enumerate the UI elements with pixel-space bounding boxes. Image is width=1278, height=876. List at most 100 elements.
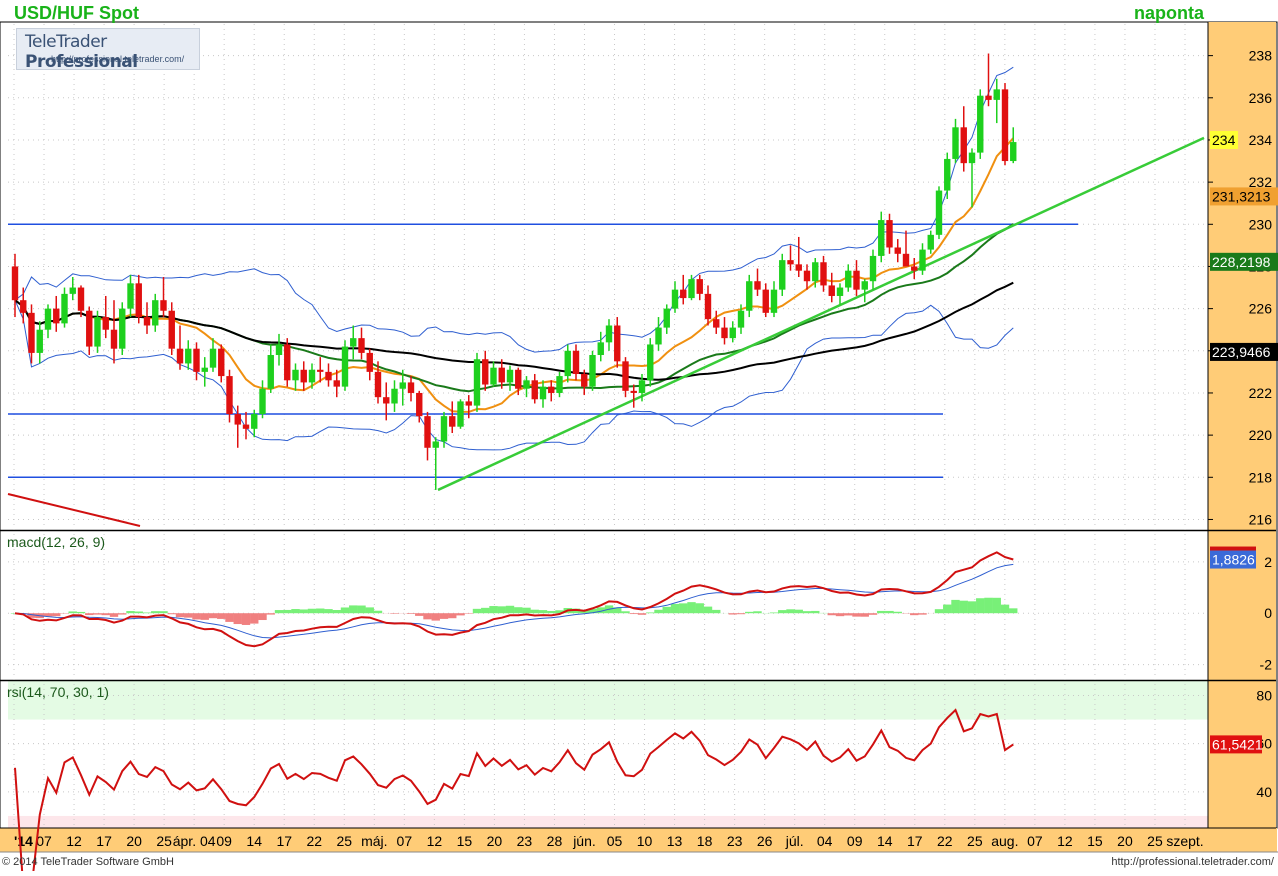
candle-body-down <box>532 380 538 399</box>
candle-body-up <box>119 309 125 349</box>
candle-body-down <box>317 370 323 372</box>
candle-body-down <box>20 300 26 313</box>
candle-body-down <box>1002 89 1008 161</box>
macd-histogram-bar <box>869 613 877 615</box>
macd-histogram-bar <box>894 612 902 613</box>
macd-histogram-bar <box>374 611 382 613</box>
macd-histogram-bar <box>704 607 712 614</box>
macd-histogram-bar <box>654 610 662 613</box>
candle-body-down <box>466 401 472 405</box>
macd-histogram-bar <box>341 607 349 613</box>
macd-histogram-bar <box>918 613 926 614</box>
candle-body-down <box>218 349 224 376</box>
x-tick-label: 25 <box>1147 833 1163 849</box>
macd-histogram-bar <box>333 610 341 613</box>
candle-body-down <box>177 349 183 364</box>
macd-histogram-bar <box>242 613 250 625</box>
chart-title: USD/HUF Spot <box>14 3 139 24</box>
candle-body-down <box>895 247 901 253</box>
candle-body-down <box>367 353 373 372</box>
macd-histogram-bar <box>712 610 720 613</box>
footer-url[interactable]: http://professional.teletrader.com/ <box>1111 856 1274 868</box>
macd-histogram-bar <box>415 613 423 616</box>
x-tick-label: 09 <box>216 833 232 849</box>
candle-body-up <box>202 368 208 372</box>
x-tick-label: 18 <box>697 833 713 849</box>
x-tick-label: 09 <box>847 833 863 849</box>
candle-body-up <box>523 380 529 388</box>
candle-body-down <box>911 266 917 270</box>
candle-body-up <box>870 256 876 281</box>
candle-body-up <box>606 325 612 342</box>
candle-body-down <box>548 387 554 393</box>
macd-histogram-bar <box>234 613 242 624</box>
y-tick-label: 222 <box>1249 385 1273 401</box>
macd-histogram-bar <box>349 605 357 613</box>
candle-body-down <box>614 325 620 361</box>
candle-body-up <box>878 220 884 256</box>
candle-body-up <box>779 260 785 290</box>
macd-histogram-bar <box>836 613 844 616</box>
macd-histogram-bar <box>316 609 324 614</box>
candle-body-up <box>441 416 447 441</box>
x-tick-label: 25 <box>336 833 352 849</box>
candle-body-up <box>185 349 191 364</box>
macd-histogram-bar <box>514 607 522 613</box>
logo-text: TeleTrader Professional <box>25 32 199 72</box>
candle-body-down <box>903 254 909 267</box>
macd-histogram-bar <box>646 612 654 613</box>
macd-histogram-bar <box>151 611 159 613</box>
candle-body-up <box>37 330 43 353</box>
candle-body-down <box>961 127 967 163</box>
macd-value-marker <box>1210 547 1256 551</box>
candle-body-up <box>400 382 406 388</box>
y-tick-label: 238 <box>1249 48 1273 64</box>
y-tick-label: 220 <box>1249 427 1273 443</box>
x-tick-label: 26 <box>757 833 773 849</box>
candle-body-down <box>631 391 637 393</box>
chart-canvas: 216218220222224226228230232234236238-202… <box>0 0 1278 871</box>
candle-body-up <box>845 271 851 288</box>
x-tick-label: 22 <box>937 833 953 849</box>
macd-histogram-bar <box>184 613 192 617</box>
macd-histogram-bar <box>910 613 918 615</box>
macd-histogram-bar <box>324 609 332 613</box>
macd-histogram-bar <box>960 601 968 614</box>
candle-body-up <box>944 159 950 191</box>
macd-histogram-bar <box>935 609 943 613</box>
candle-body-down <box>515 370 521 389</box>
macd-histogram-bar <box>423 613 431 619</box>
candle-body-down <box>12 266 18 300</box>
candle-body-down <box>713 319 719 327</box>
x-tick-label: 12 <box>66 833 82 849</box>
copyright: © 2014 TeleTrader Software GmbH <box>2 856 174 868</box>
footer-band <box>0 852 1278 871</box>
macd-histogram-bar <box>456 613 464 615</box>
x-tick-label: 12 <box>1057 833 1073 849</box>
candle-body-down <box>86 311 92 347</box>
macd-histogram-bar <box>52 613 60 616</box>
x-tick-label: 12 <box>427 833 443 849</box>
macd-histogram-bar <box>192 613 200 619</box>
x-tick-label: 23 <box>727 833 743 849</box>
candle-body-up <box>350 338 356 346</box>
candle-body-down <box>243 425 249 429</box>
candle-body-down <box>573 351 579 374</box>
macd-histogram-bar <box>366 607 374 613</box>
candle-body-down <box>53 309 59 324</box>
macd-tick-label: 2 <box>1264 554 1272 570</box>
x-tick-label: 07 <box>36 833 52 849</box>
x-tick-label: 05 <box>607 833 623 849</box>
macd-histogram-bar <box>440 613 448 619</box>
macd-histogram-bar <box>201 613 209 620</box>
period-label[interactable]: naponta <box>1134 3 1204 24</box>
candle-body-up <box>507 370 513 383</box>
candle-body-down <box>721 328 727 339</box>
x-tick-label: aug. <box>991 833 1018 849</box>
candle-body-up <box>292 370 298 381</box>
candle-body-down <box>754 281 760 289</box>
candle-body-up <box>259 389 265 414</box>
macd-histogram-bar <box>506 606 514 613</box>
candle-body-down <box>325 372 331 380</box>
candle-body-up <box>61 294 67 324</box>
